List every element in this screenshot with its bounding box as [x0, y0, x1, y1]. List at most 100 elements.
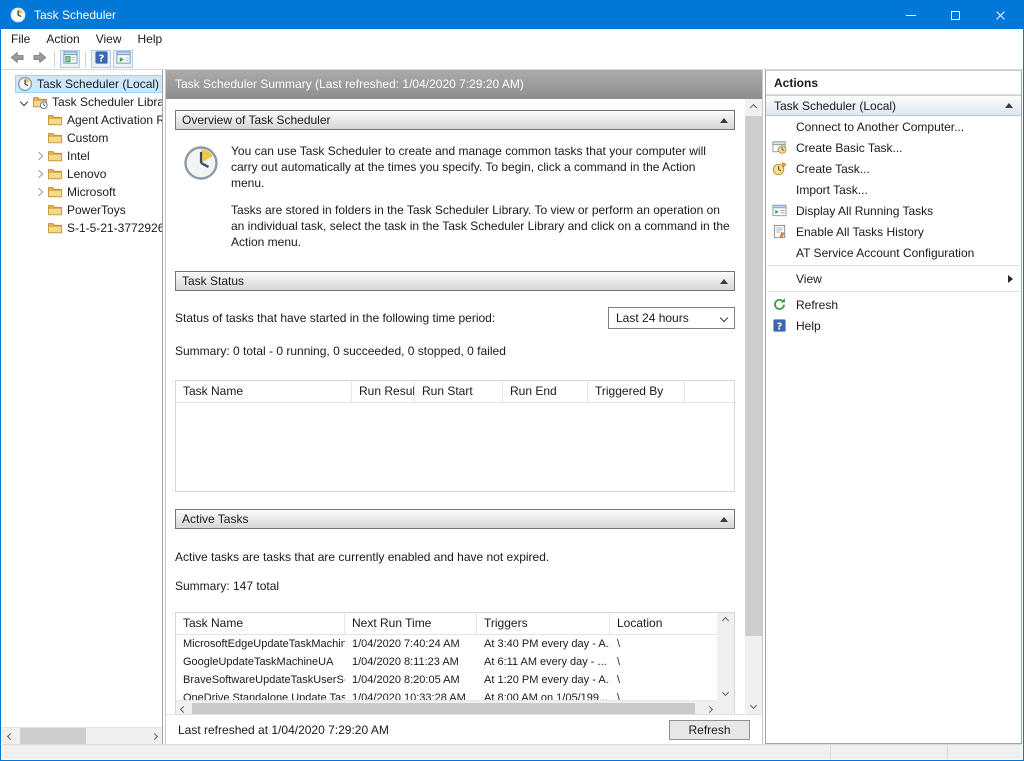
tree-item-powertoys[interactable]: PowerToys: [2, 201, 162, 219]
collapse-icon[interactable]: [712, 517, 728, 522]
chevron-right-icon[interactable]: [32, 153, 45, 159]
tree-item-custom[interactable]: Custom: [2, 129, 162, 147]
column-header-task-name[interactable]: Task Name: [176, 613, 345, 634]
action-item-create-basic-task[interactable]: Create Basic Task...: [766, 137, 1021, 158]
no-icon: [772, 119, 790, 135]
action-pane-icon: [116, 50, 131, 68]
scroll-thumb[interactable]: [745, 116, 762, 636]
scroll-thumb[interactable]: [20, 728, 86, 744]
tasks-history-icon: [772, 224, 790, 240]
active-tasks-vertical-scrollbar[interactable]: [717, 613, 734, 700]
scroll-left-icon[interactable]: [176, 701, 191, 714]
tree-list: Task Scheduler (Local) Task Scheduler Lib…: [2, 75, 162, 237]
action-item-at-service-account-configuration[interactable]: AT Service Account Configuration: [766, 242, 1021, 263]
tree-item-lenovo[interactable]: Lenovo: [2, 165, 162, 183]
active-task-row[interactable]: GoogleUpdateTaskMachineUA1/04/2020 8:11:…: [176, 653, 717, 671]
column-header-triggered-by[interactable]: Triggered By: [588, 381, 685, 402]
collapse-icon[interactable]: [712, 118, 728, 123]
action-item-refresh[interactable]: Refresh: [766, 294, 1021, 315]
scroll-right-icon[interactable]: [146, 728, 162, 744]
action-item-display-all-running-tasks[interactable]: Display All Running Tasks: [766, 200, 1021, 221]
help-button[interactable]: ?: [91, 50, 111, 68]
action-item-label: Create Basic Task...: [796, 141, 1013, 155]
menu-item-action[interactable]: Action: [38, 30, 87, 48]
summary-vertical-scrollbar[interactable]: [745, 99, 762, 714]
tree-item-task-scheduler-local[interactable]: Task Scheduler (Local): [2, 75, 162, 93]
active-task-row[interactable]: MicrosoftEdgeUpdateTaskMachine...1/04/20…: [176, 635, 717, 653]
close-icon: [995, 10, 1006, 21]
scroll-thumb[interactable]: [192, 703, 695, 714]
tree-item-microsoft[interactable]: Microsoft: [2, 183, 162, 201]
menu-item-help[interactable]: Help: [130, 30, 171, 48]
time-period-dropdown[interactable]: Last 24 hours: [608, 307, 735, 329]
scroll-right-icon[interactable]: [702, 701, 717, 714]
collapse-icon[interactable]: [712, 279, 728, 284]
maximize-button[interactable]: [933, 1, 978, 29]
column-header-run-end[interactable]: Run End: [503, 381, 588, 402]
action-item-connect-to-another-computer[interactable]: Connect to Another Computer...: [766, 116, 1021, 137]
task-status-table: Task NameRun ResultRun StartRun EndTrigg…: [175, 380, 735, 492]
tree-item-label: PowerToys: [67, 203, 126, 217]
tree-item-label: Custom: [67, 131, 108, 145]
tree-item-label: Task Scheduler (Local): [37, 77, 159, 91]
minimize-button[interactable]: [888, 1, 933, 29]
close-button[interactable]: [978, 1, 1023, 29]
create-task-icon: [772, 161, 790, 177]
cell: \: [610, 635, 717, 653]
toolbar-separator: [85, 51, 86, 67]
scroll-up-icon[interactable]: [717, 613, 734, 628]
folder-icon: [47, 166, 63, 182]
column-header-run-result[interactable]: Run Result: [352, 381, 415, 402]
column-header-location[interactable]: Location: [610, 613, 717, 634]
scroll-up-icon[interactable]: [745, 99, 762, 116]
scroll-down-icon[interactable]: [717, 685, 734, 700]
chevron-right-icon[interactable]: [32, 189, 45, 195]
action-item-help[interactable]: ?Help: [766, 315, 1021, 336]
task-status-section: Task Status Status of tasks that have st…: [175, 271, 735, 492]
console-tree-button[interactable]: [60, 50, 80, 68]
action-item-enable-all-tasks-history[interactable]: Enable All Tasks History: [766, 221, 1021, 242]
tree-item-label: Lenovo: [67, 167, 106, 181]
cell: At 1:20 PM every day - A...: [477, 671, 610, 689]
tree-item-intel[interactable]: Intel: [2, 147, 162, 165]
action-item-view[interactable]: View: [766, 268, 1021, 289]
back-button[interactable]: [7, 50, 27, 68]
column-header-run-start[interactable]: Run Start: [415, 381, 503, 402]
action-item-label: Enable All Tasks History: [796, 225, 1013, 239]
refresh-button[interactable]: Refresh: [669, 720, 750, 740]
time-period-value: Last 24 hours: [616, 311, 721, 325]
action-item-label: AT Service Account Configuration: [796, 246, 1013, 260]
column-header-triggers[interactable]: Triggers: [477, 613, 610, 634]
action-item-label: Help: [796, 319, 1013, 333]
action-pane-button[interactable]: [113, 50, 133, 68]
column-header-empty: [685, 381, 734, 402]
folder-icon: [47, 148, 63, 164]
active-tasks-description: Active tasks are tasks that are currentl…: [175, 550, 735, 564]
column-header-next-run-time[interactable]: Next Run Time: [345, 613, 477, 634]
action-item-create-task[interactable]: Create Task...: [766, 158, 1021, 179]
forward-icon: [32, 50, 47, 68]
active-task-row[interactable]: BraveSoftwareUpdateTaskUserS-1-...1/04/2…: [176, 671, 717, 689]
tree-horizontal-scrollbar[interactable]: [2, 727, 162, 744]
title-bar: Task Scheduler: [1, 1, 1023, 29]
forward-button[interactable]: [29, 50, 49, 68]
tree-item-s-1-5-21-3772926790[interactable]: S-1-5-21-3772926790-: [2, 219, 162, 237]
scroll-down-icon[interactable]: [745, 697, 762, 714]
cell: 1/04/2020 8:20:05 AM: [345, 671, 477, 689]
scroll-left-icon[interactable]: [2, 728, 18, 744]
tree-item-task-scheduler-library[interactable]: Task Scheduler Library: [2, 93, 162, 111]
active-tasks-horizontal-scrollbar[interactable]: [176, 700, 717, 714]
toolbar-separator: [54, 51, 55, 67]
actions-group-header[interactable]: Task Scheduler (Local): [766, 95, 1021, 116]
active-tasks-section-header[interactable]: Active Tasks: [175, 509, 735, 529]
overview-section-header[interactable]: Overview of Task Scheduler: [175, 110, 735, 130]
menu-item-view[interactable]: View: [88, 30, 130, 48]
menu-bar: FileActionViewHelp: [1, 29, 1023, 48]
chevron-down-icon[interactable]: [17, 99, 30, 105]
task-status-section-header[interactable]: Task Status: [175, 271, 735, 291]
action-item-import-task[interactable]: Import Task...: [766, 179, 1021, 200]
menu-item-file[interactable]: File: [3, 30, 38, 48]
chevron-right-icon[interactable]: [32, 171, 45, 177]
column-header-task-name[interactable]: Task Name: [176, 381, 352, 402]
tree-item-agent-activation-runt[interactable]: Agent Activation Runt: [2, 111, 162, 129]
